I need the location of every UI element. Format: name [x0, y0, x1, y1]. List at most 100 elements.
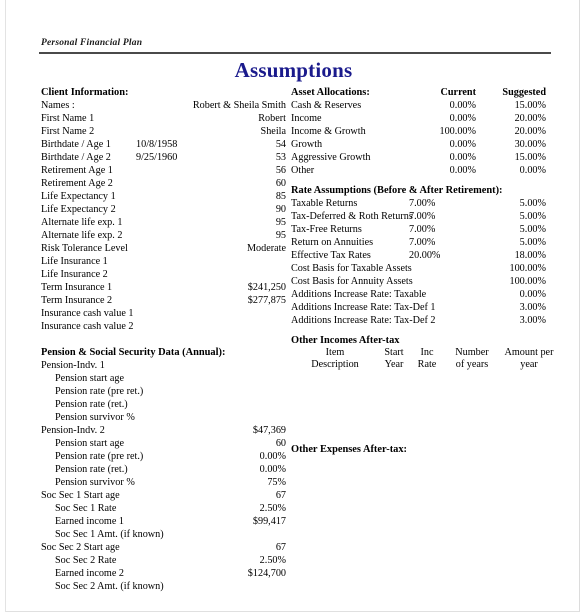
data-row: Names : Robert & Sheila Smith: [41, 99, 286, 112]
row-value: 0.00%: [259, 451, 286, 462]
data-row: Soc Sec 2 Rate 2.50%: [41, 554, 286, 567]
row-label: Additions Increase Rate: Tax-Def 2: [291, 315, 436, 326]
asset-allocation-rows: Cash & Reserves 0.00% 15.00% Income 0.00% 20.…: [291, 99, 546, 177]
column-header-line1: Number: [455, 347, 489, 358]
data-row: Life Expectancy 1 85: [41, 190, 286, 203]
row-value-current: 0.00%: [449, 152, 476, 163]
row-value: 56: [275, 165, 286, 176]
row-value: 53: [275, 152, 286, 163]
row-label: Earned income 1: [55, 516, 125, 527]
row-label: Life Expectancy 2: [41, 204, 116, 215]
row-label: First Name 2: [41, 126, 95, 137]
row-value-after: 3.00%: [519, 302, 546, 313]
client-information-heading: Client Information:: [41, 87, 129, 98]
data-row: Life Expectancy 2 90: [41, 203, 286, 216]
row-value: 95: [275, 230, 286, 241]
data-row: Birthdate / Age 1 10/8/1958 54: [41, 138, 286, 151]
row-label: Aggressive Growth: [291, 152, 371, 163]
data-row: Taxable Returns 7.00% 5.00%: [291, 197, 546, 210]
data-row: Birthdate / Age 2 9/25/1960 53: [41, 151, 286, 164]
row-label: Return on Annuities: [291, 237, 374, 248]
data-row: Pension rate (pre ret.) 0.00%: [41, 450, 286, 463]
row-label: Earned income 2: [55, 568, 125, 579]
row-label: Insurance cash value 2: [41, 321, 134, 332]
data-row: Life Insurance 2: [41, 268, 286, 281]
row-value: 85: [275, 191, 286, 202]
row-value-after: 5.00%: [519, 211, 546, 222]
data-row: Additions Increase Rate: Tax-Def 2 3.00%: [291, 314, 546, 327]
row-value: 67: [275, 542, 286, 553]
row-label: Taxable Returns: [291, 198, 358, 209]
row-value-after: 5.00%: [519, 198, 546, 209]
row-value: 54: [275, 139, 286, 150]
data-row: First Name 2 Sheila: [41, 125, 286, 138]
row-label: Alternate life exp. 1: [41, 217, 123, 228]
row-label: Tax-Deferred & Roth Returns: [291, 211, 413, 222]
row-label: Cost Basis for Annuity Assets: [291, 276, 413, 287]
row-label: Life Insurance 1: [41, 256, 108, 267]
right-column: Asset Allocations: Current Suggested Cas…: [291, 86, 553, 456]
row-label: Alternate life exp. 2: [41, 230, 123, 241]
row-value-after: 100.00%: [509, 276, 546, 287]
row-label: First Name 1: [41, 113, 95, 124]
row-value-current: 0.00%: [449, 113, 476, 124]
row-label: Pension-Indv. 1: [41, 360, 105, 371]
row-value: 2.50%: [259, 503, 286, 514]
data-row: Alternate life exp. 2 95: [41, 229, 286, 242]
data-row: Term Insurance 1 $241,250: [41, 281, 286, 294]
data-row: Risk Tolerance Level Moderate: [41, 242, 286, 255]
left-column: Client Information: Names : Robert & Shei…: [41, 86, 286, 593]
row-label: Soc Sec 2 Start age: [41, 542, 120, 553]
column-header-line2: year: [520, 359, 538, 370]
row-label: Growth: [291, 139, 323, 150]
pension-rows: Pension-Indv. 1 Pension start age Pension …: [41, 359, 286, 593]
rate-assumptions-heading: Rate Assumptions (Before & After Retirem…: [291, 185, 503, 196]
row-value-current: 0.00%: [449, 165, 476, 176]
data-row: Earned income 1 $99,417: [41, 515, 286, 528]
row-value-suggested: 0.00%: [519, 165, 546, 176]
data-row: Pension survivor % 75%: [41, 476, 286, 489]
row-value-before: 7.00%: [409, 224, 436, 235]
asset-allocations-heading: Asset Allocations:: [291, 87, 370, 98]
row-value-before: 7.00%: [409, 237, 436, 248]
data-row: Insurance cash value 2: [41, 320, 286, 333]
row-label: Term Insurance 2: [41, 295, 113, 306]
row-label: Pension start age: [55, 373, 125, 384]
data-row: Life Insurance 1: [41, 255, 286, 268]
data-row: Soc Sec 2 Amt. (if known): [41, 580, 286, 593]
column-header: Item Description: [293, 347, 377, 371]
column-header-line1: Start: [384, 347, 404, 358]
row-value-before: 20.00%: [409, 250, 441, 261]
row-label: Pension rate (pre ret.): [55, 451, 144, 462]
header-rule: [39, 52, 551, 54]
row-value: 67: [275, 490, 286, 501]
data-row: Retirement Age 1 56: [41, 164, 286, 177]
data-row: Soc Sec 2 Start age 67: [41, 541, 286, 554]
row-value: 90: [275, 204, 286, 215]
row-value-suggested: 20.00%: [514, 126, 546, 137]
row-value: $124,700: [247, 568, 286, 579]
data-row: Growth 0.00% 30.00%: [291, 138, 546, 151]
data-row: Insurance cash value 1: [41, 307, 286, 320]
data-row: Cash & Reserves 0.00% 15.00%: [291, 99, 546, 112]
column-header: Amount per year: [496, 347, 562, 371]
row-value: 60: [275, 178, 286, 189]
data-row: Income 0.00% 20.00%: [291, 112, 546, 125]
row-label: Income: [291, 113, 322, 124]
data-row: Pension survivor %: [41, 411, 286, 424]
data-row: Tax-Deferred & Roth Returns 7.00% 5.00%: [291, 210, 546, 223]
row-value-current: 100.00%: [439, 126, 476, 137]
row-label: Birthdate / Age 2: [41, 152, 111, 163]
other-incomes-heading: Other Incomes After-tax: [291, 335, 400, 346]
data-row: Additions Increase Rate: Tax-Def 1 3.00%: [291, 301, 546, 314]
row-value-current: 0.00%: [449, 139, 476, 150]
row-label: Pension survivor %: [55, 477, 135, 488]
row-label: Effective Tax Rates: [291, 250, 371, 261]
row-label: Life Expectancy 1: [41, 191, 116, 202]
row-value-suggested: 30.00%: [514, 139, 546, 150]
row-label: Income & Growth: [291, 126, 366, 137]
column-header-line1: Inc: [420, 347, 434, 358]
